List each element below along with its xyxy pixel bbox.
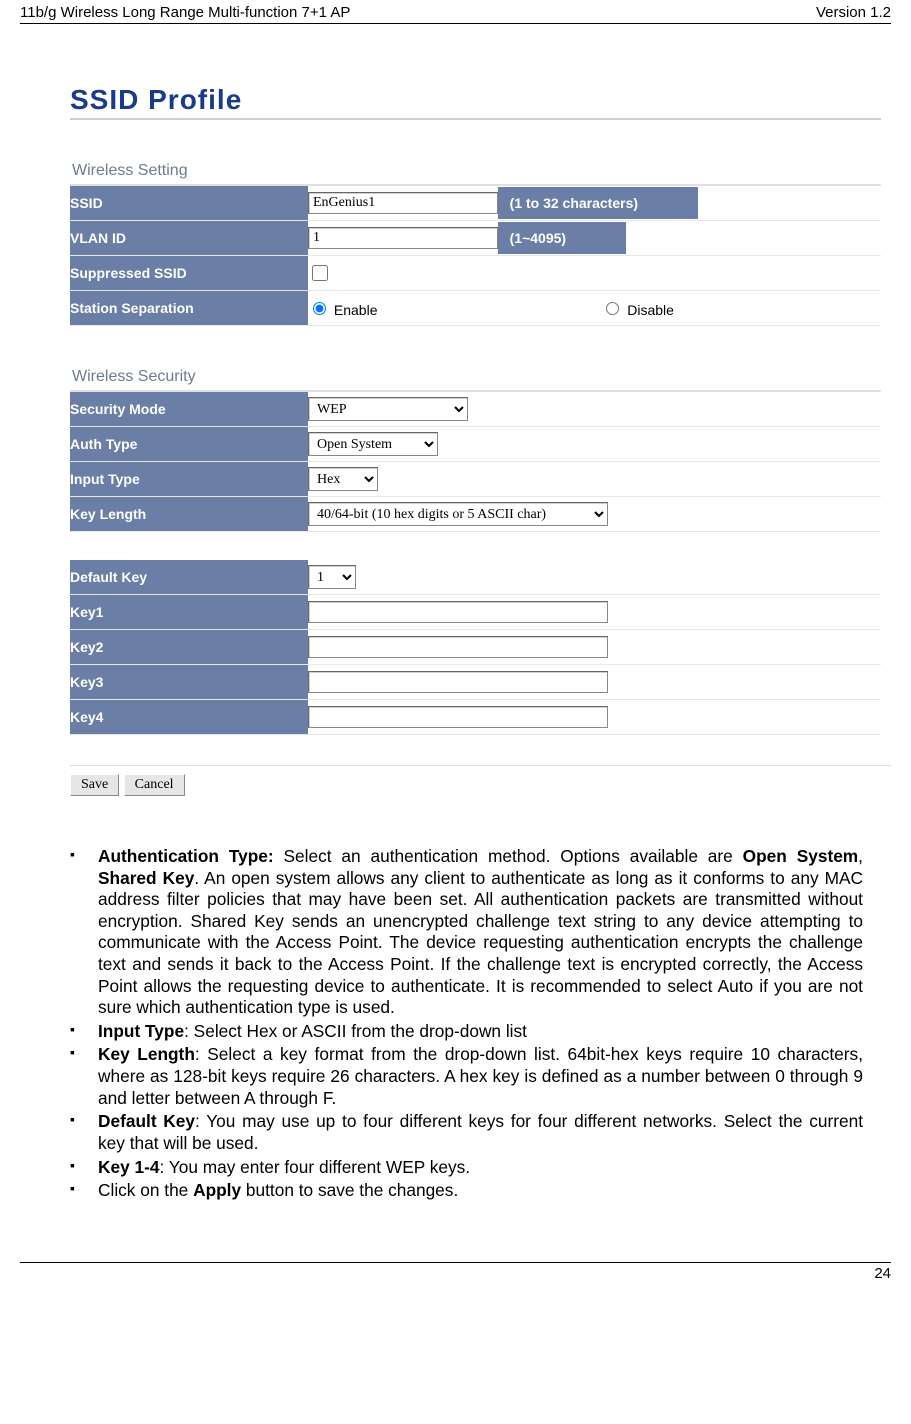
- key2-label: Key2: [70, 630, 308, 665]
- page-number: 24: [874, 1265, 891, 1282]
- row-key1: Key1: [70, 595, 881, 630]
- row-auth-type: Auth Type Open System: [70, 427, 881, 462]
- vlan-label: VLAN ID: [70, 221, 308, 256]
- ssid-hint: (1 to 32 characters): [498, 187, 698, 219]
- row-input-type: Input Type Hex: [70, 462, 881, 497]
- note-apply: Click on the Apply button to save the ch…: [48, 1180, 863, 1202]
- doc-header-left: 11b/g Wireless Long Range Multi-function…: [20, 4, 350, 21]
- key-length-select[interactable]: 40/64-bit (10 hex digits or 5 ASCII char…: [308, 502, 608, 526]
- station-separation-label: Station Separation: [70, 291, 308, 326]
- row-key2: Key2: [70, 630, 881, 665]
- suppressed-ssid-label: Suppressed SSID: [70, 256, 308, 291]
- note-input-type: Input Type: Select Hex or ASCII from the…: [48, 1021, 863, 1043]
- row-suppressed-ssid: Suppressed SSID: [70, 256, 881, 291]
- row-default-key: Default Key 1: [70, 560, 881, 595]
- auth-type-select[interactable]: Open System: [308, 432, 438, 456]
- vlan-hint: (1~4095): [498, 222, 626, 254]
- station-sep-disable-label: Disable: [627, 302, 674, 318]
- row-security-mode: Security Mode WEP: [70, 392, 881, 427]
- suppressed-ssid-checkbox[interactable]: [312, 265, 328, 281]
- wireless-security-heading: Wireless Security: [70, 364, 881, 392]
- cancel-button[interactable]: Cancel: [124, 774, 185, 796]
- station-sep-enable-label: Enable: [334, 302, 378, 318]
- station-sep-enable-radio[interactable]: [313, 302, 326, 315]
- security-mode-select[interactable]: WEP: [308, 397, 468, 421]
- key-length-label: Key Length: [70, 497, 308, 532]
- input-type-label: Input Type: [70, 462, 308, 497]
- ssid-input[interactable]: [308, 192, 498, 214]
- key4-label: Key4: [70, 700, 308, 735]
- row-vlan: VLAN ID (1~4095): [70, 221, 881, 256]
- default-key-label: Default Key: [70, 560, 308, 595]
- save-button[interactable]: Save: [70, 774, 119, 796]
- key3-label: Key3: [70, 665, 308, 700]
- key2-input[interactable]: [308, 636, 608, 658]
- note-auth-type: Authentication Type: Select an authentic…: [48, 846, 863, 1019]
- auth-type-label: Auth Type: [70, 427, 308, 462]
- note-default-key: Default Key: You may use up to four diff…: [48, 1111, 863, 1154]
- doc-header-right: Version 1.2: [816, 4, 891, 21]
- key4-input[interactable]: [308, 706, 608, 728]
- input-type-select[interactable]: Hex: [308, 467, 378, 491]
- note-key-1-4: Key 1-4: You may enter four different WE…: [48, 1157, 863, 1179]
- note-key-length: Key Length: Select a key format from the…: [48, 1044, 863, 1109]
- default-key-select[interactable]: 1: [308, 565, 356, 589]
- key1-input[interactable]: [308, 601, 608, 623]
- key3-input[interactable]: [308, 671, 608, 693]
- row-key4: Key4: [70, 700, 881, 735]
- ssid-label: SSID: [70, 186, 308, 221]
- row-station-separation: Station Separation Enable Disable: [70, 291, 881, 326]
- title-rule: [70, 118, 881, 120]
- vlan-input[interactable]: [308, 227, 498, 249]
- row-ssid: SSID (1 to 32 characters): [70, 186, 881, 221]
- key1-label: Key1: [70, 595, 308, 630]
- row-key-length: Key Length 40/64-bit (10 hex digits or 5…: [70, 497, 881, 532]
- security-mode-label: Security Mode: [70, 392, 308, 427]
- row-key3: Key3: [70, 665, 881, 700]
- station-sep-disable-radio[interactable]: [606, 302, 619, 315]
- wireless-setting-heading: Wireless Setting: [70, 158, 881, 186]
- page-title: SSID Profile: [70, 84, 881, 116]
